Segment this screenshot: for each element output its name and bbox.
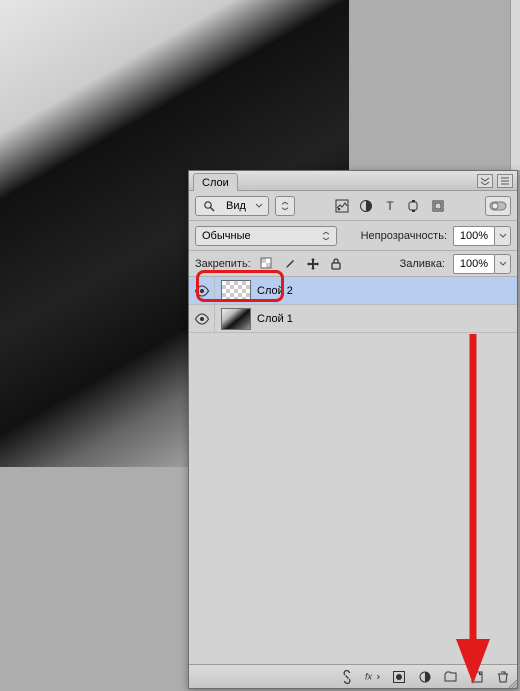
blend-row: Обычные Непрозрачность: 100% bbox=[189, 221, 517, 251]
chevron-down-icon bbox=[322, 231, 330, 241]
visibility-toggle[interactable] bbox=[189, 305, 215, 332]
blend-mode-dropdown[interactable]: Обычные bbox=[195, 226, 337, 246]
visibility-toggle[interactable] bbox=[189, 277, 215, 304]
group-icon[interactable] bbox=[443, 669, 459, 685]
blend-mode-value: Обычные bbox=[202, 230, 251, 242]
adjustment-icon[interactable] bbox=[417, 669, 433, 685]
lock-row: Закрепить: Заливка: 100% bbox=[189, 251, 517, 277]
chevron-down-icon bbox=[255, 202, 263, 210]
svg-text:T: T bbox=[386, 199, 394, 213]
layer-name[interactable]: Слой 1 bbox=[257, 313, 293, 325]
layer-thumbnail[interactable] bbox=[221, 280, 251, 302]
smart-filter-icon[interactable] bbox=[430, 198, 446, 214]
filter-type-label: Вид bbox=[226, 200, 246, 212]
panel-menu-button[interactable] bbox=[497, 174, 513, 188]
lock-move-icon[interactable] bbox=[305, 256, 321, 272]
filter-row: Вид T bbox=[189, 191, 517, 221]
new-layer-icon[interactable] bbox=[469, 669, 485, 685]
opacity-input[interactable]: 100% bbox=[453, 226, 495, 246]
resize-grip[interactable] bbox=[508, 679, 518, 689]
layer-row[interactable]: Слой 2 bbox=[189, 277, 517, 305]
opacity-label: Непрозрачность: bbox=[361, 230, 447, 242]
vertical-scrollbar[interactable] bbox=[510, 0, 520, 170]
layers-panel: Слои Вид T bbox=[188, 170, 518, 689]
layer-thumbnail[interactable] bbox=[221, 308, 251, 330]
lock-transparency-icon[interactable] bbox=[259, 256, 275, 272]
shape-filter-icon[interactable] bbox=[406, 198, 422, 214]
panel-tab-layers[interactable]: Слои bbox=[193, 173, 238, 191]
panel-header: Слои bbox=[189, 171, 517, 191]
fx-icon[interactable]: fx bbox=[365, 669, 381, 685]
layer-row[interactable]: Слой 1 bbox=[189, 305, 517, 333]
pixel-filter-icon[interactable] bbox=[334, 198, 350, 214]
fill-input[interactable]: 100% bbox=[453, 254, 495, 274]
adjust-filter-icon[interactable] bbox=[358, 198, 374, 214]
lock-all-icon[interactable] bbox=[328, 256, 344, 272]
search-icon bbox=[201, 198, 217, 214]
panel-collapse-button[interactable] bbox=[477, 174, 493, 188]
fill-label: Заливка: bbox=[400, 258, 445, 270]
mask-icon[interactable] bbox=[391, 669, 407, 685]
opacity-slider-toggle[interactable] bbox=[495, 226, 511, 246]
panel-footer: fx bbox=[189, 664, 517, 688]
fill-slider-toggle[interactable] bbox=[495, 254, 511, 274]
layer-name[interactable]: Слой 2 bbox=[257, 285, 293, 297]
link-layers-icon[interactable] bbox=[339, 669, 355, 685]
filter-type-stepper[interactable] bbox=[275, 196, 295, 216]
type-filter-icon[interactable]: T bbox=[382, 198, 398, 214]
layers-list[interactable]: Слой 2 Слой 1 bbox=[189, 277, 517, 664]
filter-type-dropdown[interactable]: Вид bbox=[195, 196, 269, 216]
lock-label: Закрепить: bbox=[195, 258, 251, 270]
lock-brush-icon[interactable] bbox=[282, 256, 298, 272]
filter-toggle-switch[interactable] bbox=[485, 196, 511, 216]
svg-text:fx: fx bbox=[365, 671, 372, 681]
